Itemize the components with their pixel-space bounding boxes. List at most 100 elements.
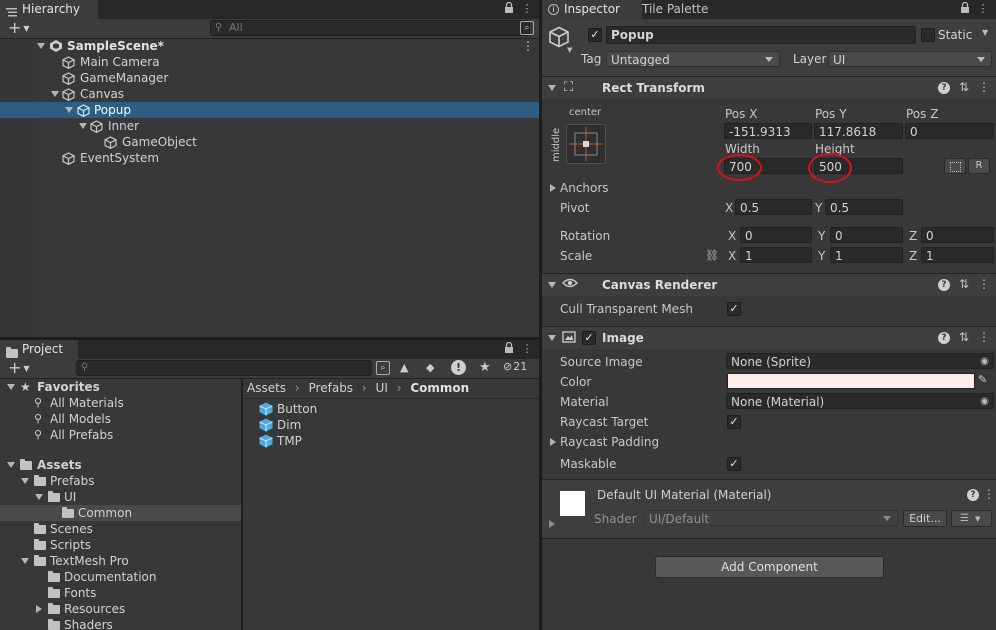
pivot-x-field[interactable]: 0.5 <box>735 199 812 215</box>
help-icon[interactable]: ? <box>938 279 950 291</box>
scene-row[interactable]: SampleScene* ⋮ <box>0 38 539 54</box>
folder-row[interactable]: Resources <box>0 601 241 617</box>
shader-options-dropdown[interactable]: ☰ ▼ <box>951 510 992 527</box>
scale-y-field[interactable]: 1 <box>830 247 903 263</box>
asset-item[interactable]: Button <box>259 401 459 417</box>
hierarchy-item[interactable]: Main Camera <box>0 54 539 70</box>
expand-arrow-icon[interactable] <box>37 43 45 49</box>
expand-arrow-icon[interactable] <box>79 123 87 129</box>
hierarchy-item[interactable]: GameManager <box>0 70 539 86</box>
anchors-label[interactable]: Anchors <box>560 180 609 196</box>
hierarchy-item[interactable]: Inner <box>0 118 539 134</box>
more-options-icon[interactable]: ⋮ <box>976 2 990 16</box>
create-button[interactable]: + ▼ <box>8 359 30 380</box>
lock-icon[interactable] <box>502 1 516 16</box>
asset-item[interactable]: Dim <box>259 417 459 433</box>
folder-row[interactable]: Fonts <box>0 585 241 601</box>
scene-visibility-icon[interactable]: ⌕ <box>520 21 534 35</box>
tag-dropdown[interactable]: Untagged <box>606 51 780 67</box>
favorites-item[interactable]: ⚲ All Models <box>0 411 241 427</box>
material-expand-arrow-icon[interactable] <box>549 520 555 528</box>
component-menu-icon[interactable]: ⋮ <box>978 278 990 290</box>
help-icon[interactable]: ? <box>938 332 950 344</box>
filter-by-type-icon[interactable]: ▲ <box>400 361 408 374</box>
expand-arrow-icon[interactable] <box>51 91 59 97</box>
material-field[interactable]: None (Material) ◉ <box>726 393 994 409</box>
component-menu-icon[interactable]: ⋮ <box>978 81 990 93</box>
asset-item[interactable]: TMP <box>259 433 459 449</box>
collapse-arrow-icon[interactable] <box>548 85 556 91</box>
hidden-packages-icon[interactable]: ⊘21 <box>503 360 527 373</box>
add-component-button[interactable]: Add Component <box>655 556 884 578</box>
posz-field[interactable]: 0 <box>905 123 994 139</box>
collapse-arrow-icon[interactable] <box>548 282 556 288</box>
folder-row[interactable]: Scripts <box>0 537 241 553</box>
image-enabled-checkbox[interactable]: ✓ <box>582 331 596 345</box>
raw-edit-button[interactable]: R <box>968 158 990 174</box>
vertical-splitter[interactable] <box>539 0 542 630</box>
hierarchy-item[interactable]: GameObject <box>0 134 539 150</box>
favorites-header[interactable]: ★ Favorites <box>0 379 241 395</box>
static-checkbox[interactable] <box>921 28 935 42</box>
create-button[interactable]: + ▼ <box>8 19 30 40</box>
raycast-target-checkbox[interactable]: ✓ <box>727 415 741 429</box>
constrain-proportions-icon[interactable]: ⛓ <box>705 249 719 262</box>
anchors-expand-arrow-icon[interactable] <box>550 184 556 192</box>
static-dropdown-icon[interactable]: ▼ <box>982 28 988 37</box>
hierarchy-item[interactable]: EventSystem <box>0 150 539 166</box>
breadcrumb-item[interactable]: Assets <box>247 381 286 395</box>
eyedropper-icon[interactable]: ✎ <box>978 373 987 386</box>
lock-icon[interactable] <box>958 1 972 16</box>
posx-field[interactable]: -151.9313 <box>724 123 812 139</box>
expand-arrow-icon[interactable] <box>65 107 73 113</box>
preset-sliders-icon[interactable]: ⇅ <box>958 81 970 93</box>
folder-row-selected[interactable]: Common <box>0 505 241 521</box>
expand-arrow-icon[interactable] <box>21 558 29 564</box>
hierarchy-search-input[interactable]: ⚲ All <box>210 20 530 36</box>
rotation-x-field[interactable]: 0 <box>740 227 812 243</box>
anchor-presets-button[interactable] <box>566 124 606 164</box>
pivot-y-field[interactable]: 0.5 <box>825 199 903 215</box>
search-by-type-icon[interactable]: ⌕ <box>376 361 390 375</box>
preset-sliders-icon[interactable]: ⇅ <box>958 331 970 343</box>
posy-field[interactable]: 117.8618 <box>814 123 903 139</box>
expand-arrow-icon[interactable] <box>35 494 43 500</box>
cull-transparent-mesh-checkbox[interactable]: ✓ <box>727 302 741 316</box>
tab-project[interactable]: Project <box>0 340 78 359</box>
rotation-z-field[interactable]: 0 <box>921 227 994 243</box>
assets-folder-row[interactable]: Assets <box>0 457 241 473</box>
favorites-item[interactable]: ⚲ All Prefabs <box>0 427 241 443</box>
shader-dropdown[interactable]: UI/Default <box>644 510 898 526</box>
expand-arrow-icon[interactable] <box>21 478 29 484</box>
favorite-star-icon[interactable]: ★ <box>479 360 491 375</box>
more-options-icon[interactable]: ⋮ <box>520 2 534 16</box>
scale-z-field[interactable]: 1 <box>921 247 994 263</box>
icon-dropdown-arrow-icon[interactable]: ▼ <box>567 46 572 54</box>
object-name-field[interactable]: Popup <box>606 26 916 44</box>
tab-inspector[interactable]: i Inspector <box>542 0 642 19</box>
canvas-renderer-header[interactable]: Canvas Renderer ? ⇅ ⋮ <box>542 273 996 296</box>
object-picker-icon[interactable]: ◉ <box>980 394 989 408</box>
folder-row[interactable]: UI <box>0 489 241 505</box>
rect-transform-header[interactable]: ⛶ Rect Transform ? ⇅ ⋮ <box>542 76 996 99</box>
collapse-arrow-icon[interactable] <box>548 335 556 341</box>
active-checkbox[interactable]: ✓ <box>588 28 602 42</box>
folder-row[interactable]: Shaders <box>0 617 241 630</box>
project-splitter[interactable] <box>241 379 243 630</box>
filter-by-label-icon[interactable]: ◆ <box>426 361 434 374</box>
lock-icon[interactable] <box>502 341 516 356</box>
component-menu-icon[interactable]: ⋮ <box>983 488 995 500</box>
horizontal-splitter[interactable] <box>0 337 539 340</box>
scene-menu-icon[interactable]: ⋮ <box>522 38 534 54</box>
expand-arrow-icon[interactable] <box>7 384 15 390</box>
folder-row[interactable]: Documentation <box>0 569 241 585</box>
tab-hierarchy[interactable]: Hierarchy <box>0 0 98 19</box>
warning-filter-icon[interactable]: ! <box>451 360 466 375</box>
hierarchy-item-selected[interactable]: Popup <box>0 102 539 118</box>
folder-row[interactable]: TextMesh Pro <box>0 553 241 569</box>
source-image-field[interactable]: None (Sprite) ◉ <box>726 353 994 369</box>
collapse-arrow-icon[interactable] <box>36 605 42 613</box>
more-options-icon[interactable]: ⋮ <box>520 342 534 356</box>
image-header[interactable]: ✓ Image ? ⇅ ⋮ <box>542 326 996 349</box>
expand-arrow-icon[interactable] <box>7 462 15 468</box>
